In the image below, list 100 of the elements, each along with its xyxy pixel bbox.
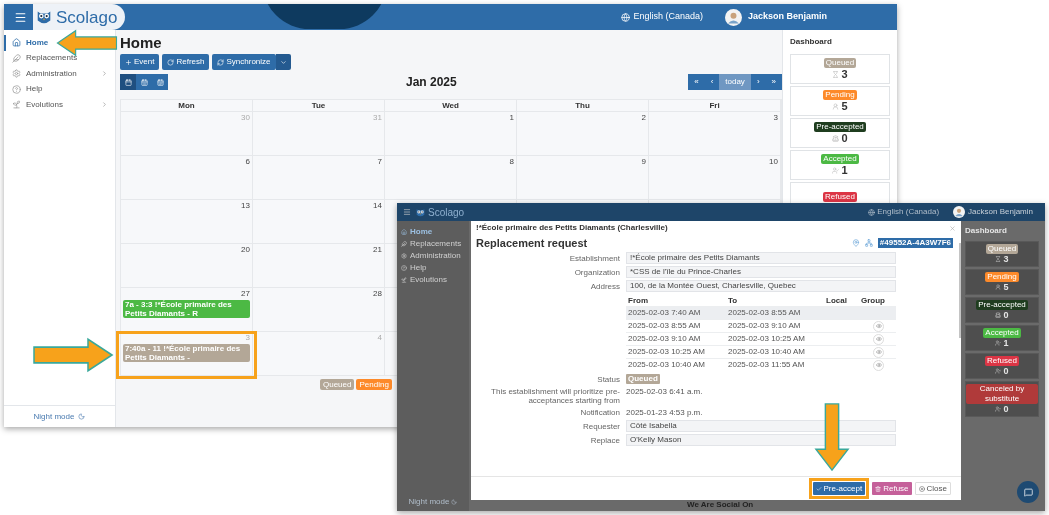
field-label: Notification (579, 408, 621, 417)
home-icon (12, 38, 21, 48)
day-number: 1 (509, 113, 514, 122)
field-value: 2025-01-23 4:53 p.m. (626, 408, 703, 417)
column-header: From (627, 294, 649, 307)
table-cell-text: 2025-02-03 9:10 AM (727, 320, 802, 332)
logo-text: Scolago (56, 8, 118, 26)
caret-icon (279, 58, 287, 66)
dashboard-title: Dashboard (790, 36, 833, 48)
text-field[interactable]: O'Kelly Mason (626, 434, 896, 446)
field-label: This establishment will prioritize pre-acceptances starting from (490, 387, 621, 405)
day-number: 2 (641, 113, 646, 122)
table-cell-text: 2025-02-03 10:25 AM (727, 333, 806, 345)
status-badge: Pending (985, 272, 1019, 282)
arrow-drawing (813, 402, 850, 472)
dashboard-title: Dashboard (965, 225, 1008, 237)
status-badge: Refused (823, 192, 857, 202)
night-mode-toggle[interactable]: Night mode (408, 496, 450, 508)
language-selector[interactable]: English (Canada) (633, 10, 703, 24)
weekday-header: Thu (517, 100, 649, 111)
field-label: Requester (582, 421, 621, 431)
home-icon (401, 229, 407, 235)
plus-icon (125, 58, 132, 66)
sidebar-item[interactable]: Home (4, 35, 51, 51)
check-icon (815, 485, 822, 492)
menu-icon[interactable] (403, 208, 411, 216)
chat-icon (1023, 487, 1033, 497)
table-cell-text: 2025-02-03 10:40 AM (627, 359, 706, 371)
field-value: 2025-02-03 6:41 a.m. (626, 387, 703, 396)
table-cell-text: 2025-02-03 10:40 AM (727, 346, 806, 358)
logo-text: Scolago (428, 205, 465, 220)
text-field[interactable]: Côté Isabella (626, 420, 896, 432)
user-minus-icon (995, 406, 1002, 412)
user-icon (832, 102, 840, 110)
sidebar-item[interactable]: Evolutions (4, 97, 110, 113)
text-field[interactable]: !*École primaire des Petits Diamants (626, 252, 896, 264)
sync-icon (217, 58, 225, 66)
sidebar-item[interactable]: Administration (397, 250, 469, 262)
sidebar-item[interactable]: Administration (4, 66, 110, 82)
toolbar-button[interactable]: Synchronize (212, 54, 276, 70)
arrow-drawing (56, 29, 118, 57)
dialog-button[interactable]: Close (914, 482, 951, 495)
user-x-icon (995, 368, 1002, 374)
day-number: 21 (373, 245, 382, 254)
status-badge: Queued (626, 374, 660, 384)
day-number: 27 (241, 289, 250, 298)
sidebar-item[interactable]: Replacements (397, 238, 469, 250)
sprout-icon (401, 277, 407, 283)
avatar-icon (724, 8, 742, 26)
hourglass-icon (832, 70, 840, 78)
dialog-button[interactable]: Pre-accept (812, 482, 866, 495)
feather-icon (12, 53, 21, 63)
footer-text: We Are Social On (687, 500, 754, 510)
sidebar-item[interactable]: Help (397, 262, 469, 274)
sitemap-icon[interactable] (864, 239, 873, 247)
settings-icon (12, 69, 21, 79)
dropdown-button[interactable] (275, 54, 291, 70)
sidebar-item[interactable]: Help (4, 81, 45, 97)
toolbar-button[interactable]: Event (120, 54, 160, 70)
sprout-icon (12, 100, 21, 110)
column-header: Local (826, 294, 848, 307)
map-pin-icon[interactable] (851, 239, 860, 247)
scrollbar[interactable] (959, 243, 961, 338)
page-title: Home (120, 33, 163, 53)
day-number: 28 (373, 289, 382, 298)
day-number: 30 (241, 113, 250, 122)
sidebar-item[interactable]: Replacements (4, 50, 80, 66)
day-number: 13 (241, 201, 250, 210)
menu-button[interactable] (14, 10, 27, 24)
language-selector[interactable]: English (Canada) (877, 206, 940, 218)
chat-button[interactable] (1017, 481, 1039, 503)
view-button[interactable] (120, 74, 136, 90)
view-button[interactable] (152, 74, 168, 90)
night-mode-toggle[interactable]: Night mode (33, 410, 75, 423)
table-cell-text: 2025-02-03 11:55 AM (727, 359, 806, 371)
settings-icon (401, 253, 407, 259)
text-field[interactable]: 100, de la Montée Ouest, Charlesville, Quebec (626, 280, 896, 292)
weekday-header: Mon (121, 100, 253, 111)
day-number: 20 (241, 245, 250, 254)
close-circle-icon (918, 485, 925, 492)
view-button[interactable] (136, 74, 152, 90)
calendar-icon (140, 78, 148, 86)
status-badge: Accepted (983, 328, 1021, 338)
user-icon (995, 284, 1002, 290)
sidebar-item[interactable]: Home (397, 226, 469, 238)
dialog-button[interactable]: Refuse (872, 482, 912, 495)
toolbar-button[interactable]: Refresh (162, 54, 210, 70)
calendar-nav-button[interactable]: « (688, 74, 705, 90)
weekday-header: Fri (649, 100, 781, 111)
status-badge: Accepted (821, 154, 859, 164)
close-button[interactable] (949, 224, 956, 232)
sidebar-item[interactable]: Evolutions (397, 274, 469, 286)
status-badge: Refused (985, 356, 1019, 366)
text-field[interactable]: *CSS de l'île du Prince-Charles (626, 266, 896, 278)
avatar-icon (953, 206, 966, 218)
day-number: 4 (377, 333, 382, 342)
reference-badge: #49552A-4A3W7F6 (877, 238, 953, 248)
user-name[interactable]: Jackson Benjamin (747, 10, 827, 24)
table-cell-text: 2025-02-03 7:40 AM (627, 307, 702, 319)
user-name[interactable]: Jackson Benjamin (968, 206, 1033, 218)
